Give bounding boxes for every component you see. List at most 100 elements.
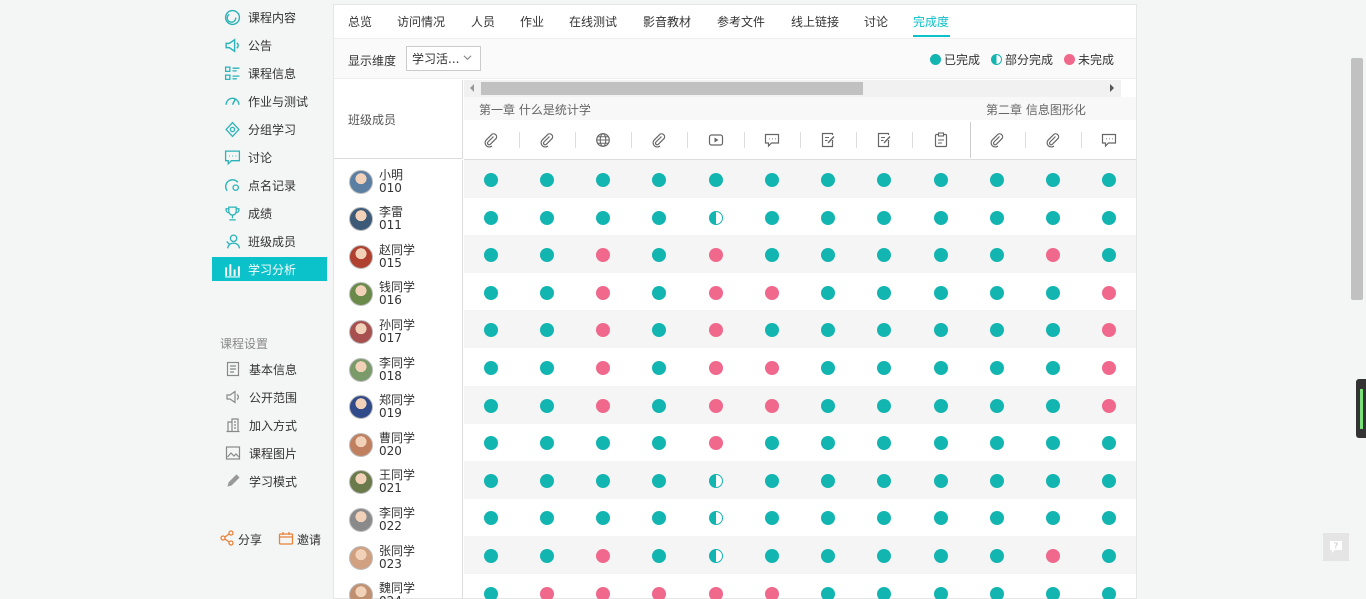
status-done-dot[interactable]	[990, 511, 1004, 526]
status-done-dot[interactable]	[1102, 173, 1116, 187]
status-done-dot[interactable]	[652, 473, 666, 488]
status-done-dot[interactable]	[1046, 436, 1060, 451]
member-row[interactable]: 张同学 023	[334, 539, 462, 576]
settings-item-0[interactable]: 基本信息	[224, 358, 297, 380]
status-done-dot[interactable]	[596, 436, 610, 451]
status-done-dot[interactable]	[540, 511, 554, 526]
tab-9[interactable]: 完成度	[913, 13, 949, 30]
status-done-dot[interactable]	[540, 285, 554, 300]
status-done-dot[interactable]	[877, 173, 891, 187]
status-done-dot[interactable]	[990, 248, 1004, 263]
feedback-button[interactable]: ?	[1323, 533, 1349, 561]
status-undone-dot[interactable]	[765, 285, 779, 300]
page-scrollbar-thumb[interactable]	[1351, 58, 1363, 300]
status-done-dot[interactable]	[652, 173, 666, 187]
status-done-dot[interactable]	[990, 173, 1004, 187]
status-undone-dot[interactable]	[765, 398, 779, 413]
status-done-dot[interactable]	[484, 285, 498, 300]
status-done-dot[interactable]	[1046, 323, 1060, 338]
globe-icon[interactable]	[595, 132, 611, 148]
status-done-dot[interactable]	[990, 285, 1004, 300]
status-done-dot[interactable]	[990, 473, 1004, 488]
status-done-dot[interactable]	[821, 586, 835, 599]
status-done-dot[interactable]	[990, 323, 1004, 338]
status-done-dot[interactable]	[934, 549, 948, 563]
status-done-dot[interactable]	[990, 436, 1004, 451]
status-done-dot[interactable]	[765, 210, 779, 225]
status-done-dot[interactable]	[484, 173, 498, 187]
sidebar-item-7[interactable]: 成绩	[212, 201, 327, 225]
status-done-dot[interactable]	[934, 511, 948, 526]
status-done-dot[interactable]	[934, 436, 948, 451]
status-undone-dot[interactable]	[1102, 285, 1116, 300]
status-done-dot[interactable]	[934, 210, 948, 225]
status-done-dot[interactable]	[934, 323, 948, 338]
status-done-dot[interactable]	[540, 398, 554, 413]
status-undone-dot[interactable]	[596, 248, 610, 263]
share-button[interactable]: 分享	[219, 530, 262, 549]
sidebar-item-0[interactable]: 课程内容	[212, 5, 327, 29]
attachment-icon[interactable]	[989, 132, 1005, 148]
status-undone-dot[interactable]	[1046, 549, 1060, 563]
status-done-dot[interactable]	[1102, 248, 1116, 263]
sidebar-item-9[interactable]: 学习分析	[212, 257, 327, 281]
member-row[interactable]: 钱同学 016	[334, 276, 462, 313]
status-done-dot[interactable]	[484, 586, 498, 599]
status-done-dot[interactable]	[1102, 473, 1116, 488]
status-done-dot[interactable]	[877, 549, 891, 563]
member-row[interactable]: 王同学 021	[334, 464, 462, 501]
sidebar-item-3[interactable]: 作业与测试	[212, 89, 327, 113]
status-partial-dot[interactable]	[709, 473, 723, 488]
status-undone-dot[interactable]	[765, 361, 779, 375]
attachment-icon[interactable]	[539, 132, 555, 148]
video-icon[interactable]	[708, 132, 724, 148]
status-done-dot[interactable]	[1046, 398, 1060, 413]
sidebar-item-6[interactable]: 点名记录	[212, 173, 327, 197]
status-done-dot[interactable]	[877, 398, 891, 413]
status-done-dot[interactable]	[990, 549, 1004, 563]
status-done-dot[interactable]	[821, 511, 835, 526]
status-done-dot[interactable]	[596, 173, 610, 187]
tab-2[interactable]: 人员	[471, 13, 495, 30]
status-done-dot[interactable]	[990, 586, 1004, 599]
status-done-dot[interactable]	[934, 248, 948, 263]
status-done-dot[interactable]	[990, 210, 1004, 225]
status-done-dot[interactable]	[1102, 511, 1116, 526]
status-done-dot[interactable]	[877, 323, 891, 338]
status-done-dot[interactable]	[596, 511, 610, 526]
status-done-dot[interactable]	[652, 210, 666, 225]
status-done-dot[interactable]	[540, 473, 554, 488]
member-row[interactable]: 李同学 018	[334, 351, 462, 388]
member-row[interactable]: 李雷 011	[334, 201, 462, 238]
status-done-dot[interactable]	[652, 323, 666, 338]
status-done-dot[interactable]	[1046, 210, 1060, 225]
status-done-dot[interactable]	[821, 323, 835, 338]
side-widget[interactable]	[1356, 379, 1366, 438]
status-done-dot[interactable]	[652, 511, 666, 526]
member-row[interactable]: 郑同学 019	[334, 389, 462, 426]
status-undone-dot[interactable]	[709, 436, 723, 451]
status-partial-dot[interactable]	[709, 511, 723, 526]
status-done-dot[interactable]	[540, 248, 554, 263]
status-done-dot[interactable]	[540, 210, 554, 225]
settings-item-2[interactable]: 加入方式	[224, 414, 297, 436]
status-done-dot[interactable]	[934, 398, 948, 413]
status-undone-dot[interactable]	[596, 586, 610, 599]
status-done-dot[interactable]	[821, 361, 835, 375]
status-done-dot[interactable]	[652, 361, 666, 375]
tab-7[interactable]: 线上链接	[791, 13, 839, 30]
status-done-dot[interactable]	[821, 173, 835, 187]
status-done-dot[interactable]	[484, 436, 498, 451]
status-undone-dot[interactable]	[709, 361, 723, 375]
assignment-icon[interactable]	[876, 132, 892, 148]
tab-0[interactable]: 总览	[348, 13, 372, 30]
status-done-dot[interactable]	[484, 323, 498, 338]
status-undone-dot[interactable]	[709, 398, 723, 413]
attachment-icon[interactable]	[1045, 132, 1061, 148]
status-done-dot[interactable]	[765, 549, 779, 563]
status-done-dot[interactable]	[821, 473, 835, 488]
status-done-dot[interactable]	[765, 173, 779, 187]
status-done-dot[interactable]	[484, 473, 498, 488]
settings-item-4[interactable]: 学习模式	[224, 470, 297, 492]
status-done-dot[interactable]	[1046, 511, 1060, 526]
